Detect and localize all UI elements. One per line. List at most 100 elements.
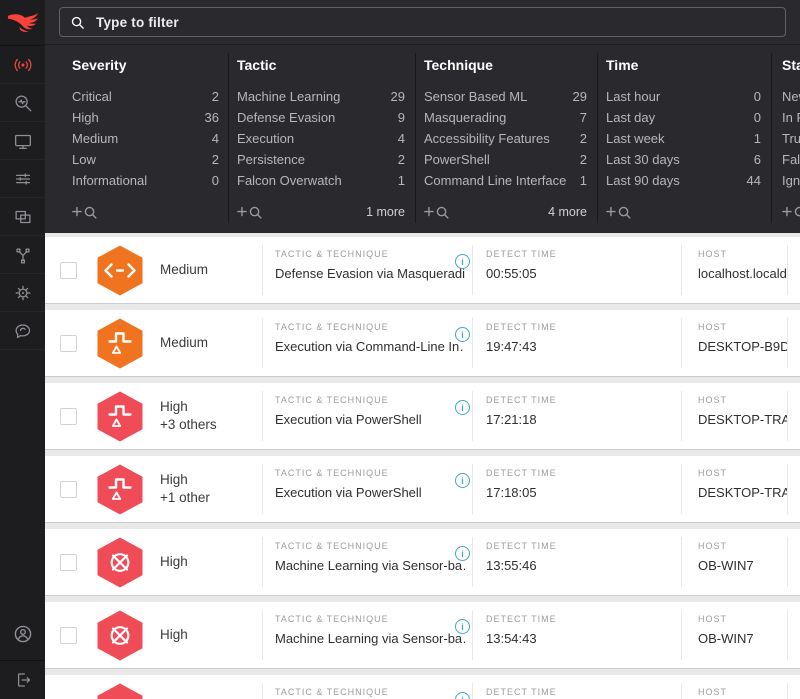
- facet-divider: [415, 53, 416, 223]
- row-checkbox[interactable]: [60, 335, 77, 352]
- sidebar-item-activity[interactable]: [0, 46, 45, 84]
- facet-item[interactable]: Last 30 days 6: [606, 149, 761, 170]
- info-icon[interactable]: i: [455, 254, 470, 269]
- host-column-label: HOST: [698, 322, 728, 332]
- filter-search-box[interactable]: [59, 7, 786, 37]
- severity-hexagon-icon[interactable]: [97, 537, 143, 588]
- crowdstrike-logo[interactable]: [0, 0, 45, 46]
- facet-items: Machine Learning 29 Defense Evasion 9 Ex…: [237, 86, 405, 191]
- row-checkbox[interactable]: [60, 481, 77, 498]
- detect-time-column-label: DETECT TIME: [486, 541, 557, 551]
- severity-hexagon-icon[interactable]: [97, 610, 143, 661]
- info-icon[interactable]: i: [455, 400, 470, 415]
- row-checkbox[interactable]: [60, 554, 77, 571]
- facet-item[interactable]: True Positive: [782, 128, 800, 149]
- facet-item[interactable]: New: [782, 86, 800, 107]
- investigate-search-icon: [14, 94, 31, 111]
- add-filter-button[interactable]: [782, 205, 800, 220]
- facet-filter-panel: Severity Critical 2 High 36 Medium 4 Low…: [45, 45, 800, 233]
- severity-label: High: [160, 627, 188, 642]
- info-icon[interactable]: i: [455, 692, 470, 699]
- facet-item[interactable]: Last hour 0: [606, 86, 761, 107]
- facet-item[interactable]: False Positive: [782, 149, 800, 170]
- sidebar-item-investigate[interactable]: [0, 84, 45, 122]
- facet-items: Critical 2 High 36 Medium 4 Low 2 Inform…: [72, 86, 219, 191]
- facet-item[interactable]: Low 2: [72, 149, 219, 170]
- row-checkbox[interactable]: [60, 262, 77, 279]
- info-icon[interactable]: i: [455, 619, 470, 634]
- search-input[interactable]: [94, 13, 775, 31]
- severity-hexagon-icon[interactable]: [97, 683, 143, 699]
- facet-item[interactable]: Accessibility Features 2: [424, 128, 587, 149]
- table-row[interactable]: Medium TACTIC & TECHNIQUE Execution via …: [45, 310, 800, 376]
- row-checkbox[interactable]: [60, 627, 77, 644]
- facet-item[interactable]: Command Line Interface 1: [424, 170, 587, 191]
- sidebar-item-support[interactable]: [0, 312, 45, 350]
- facet-item[interactable]: Ignored: [782, 170, 800, 191]
- severity-hexagon-icon[interactable]: [97, 391, 143, 442]
- sidebar-item-graph[interactable]: [0, 236, 45, 274]
- table-row[interactable]: TACTIC & TECHNIQUE i DETECT TIME HOST: [45, 675, 800, 699]
- facet-item-count: 7: [579, 110, 587, 125]
- facet-item[interactable]: Sensor Based ML 29: [424, 86, 587, 107]
- column-divider: [787, 610, 788, 660]
- table-row[interactable]: High TACTIC & TECHNIQUE Machine Learning…: [45, 602, 800, 668]
- sidebar-item-hosts[interactable]: [0, 122, 45, 160]
- sliders-icon: [15, 172, 30, 185]
- add-filter-button[interactable]: [424, 205, 451, 220]
- sidebar-item-profile[interactable]: [0, 608, 45, 661]
- facet-item[interactable]: Informational 0: [72, 170, 219, 191]
- host-column-label: HOST: [698, 687, 728, 697]
- column-divider: [262, 245, 263, 295]
- facet-item[interactable]: Medium 4: [72, 128, 219, 149]
- tactic-value: Execution via Command-Line In…: [275, 339, 465, 354]
- facet-item-label: Critical: [72, 89, 112, 104]
- sidebar-item-dashboards[interactable]: [0, 198, 45, 236]
- facet-divider: [597, 53, 598, 223]
- severity-hexagon-icon[interactable]: [97, 318, 143, 369]
- facet-item[interactable]: Persistence 2: [237, 149, 405, 170]
- sidebar-item-intelligence[interactable]: [0, 274, 45, 312]
- facet-item[interactable]: In Progress: [782, 107, 800, 128]
- info-icon[interactable]: i: [455, 473, 470, 488]
- detect-time-value: 17:18:05: [486, 485, 537, 500]
- row-checkbox[interactable]: [60, 408, 77, 425]
- facet-item[interactable]: Falcon Overwatch 1: [237, 170, 405, 191]
- facet-item[interactable]: Last day 0: [606, 107, 761, 128]
- facet-item-count: 2: [397, 152, 405, 167]
- info-icon[interactable]: i: [455, 546, 470, 561]
- machine-learning-icon: [97, 683, 143, 699]
- facet-item[interactable]: Execution 4: [237, 128, 405, 149]
- table-row[interactable]: High TACTIC & TECHNIQUE Machine Learning…: [45, 529, 800, 595]
- column-divider: [787, 245, 788, 295]
- detect-time-cell: DETECT TIME 13:55:46: [486, 541, 557, 573]
- info-icon[interactable]: i: [455, 327, 470, 342]
- severity-hexagon-icon[interactable]: [97, 464, 143, 515]
- add-filter-button[interactable]: [606, 205, 633, 220]
- table-row[interactable]: High +3 others TACTIC & TECHNIQUE Execut…: [45, 383, 800, 449]
- code-brackets-icon: [97, 245, 143, 296]
- table-row[interactable]: Medium TACTIC & TECHNIQUE Defense Evasio…: [45, 237, 800, 303]
- facet-item[interactable]: Last 90 days 44: [606, 170, 761, 191]
- add-filter-button[interactable]: [237, 205, 264, 220]
- facet-item[interactable]: PowerShell 2: [424, 149, 587, 170]
- plus-search-icon: [606, 206, 631, 219]
- facet-title: Technique: [424, 57, 493, 73]
- facet-item[interactable]: High 36: [72, 107, 219, 128]
- sidebar-item-configuration[interactable]: [0, 160, 45, 198]
- facet-item[interactable]: Last week 1: [606, 128, 761, 149]
- severity-hexagon-icon[interactable]: [97, 245, 143, 296]
- facet-item[interactable]: Masquerading 7: [424, 107, 587, 128]
- add-filter-button[interactable]: [72, 205, 99, 220]
- host-column-label: HOST: [698, 249, 728, 259]
- tactic-value: Execution via PowerShell: [275, 485, 422, 500]
- facet-item-label: False Positive: [782, 152, 800, 167]
- facet-item[interactable]: Machine Learning 29: [237, 86, 405, 107]
- monitor-icon: [14, 134, 31, 149]
- more-filters-link[interactable]: 4 more: [548, 205, 587, 219]
- facet-item[interactable]: Critical 2: [72, 86, 219, 107]
- table-row[interactable]: High +1 other TACTIC & TECHNIQUE Executi…: [45, 456, 800, 522]
- facet-item[interactable]: Defense Evasion 9: [237, 107, 405, 128]
- more-filters-link[interactable]: 1 more: [366, 205, 405, 219]
- sidebar-item-sign-out[interactable]: [0, 661, 45, 699]
